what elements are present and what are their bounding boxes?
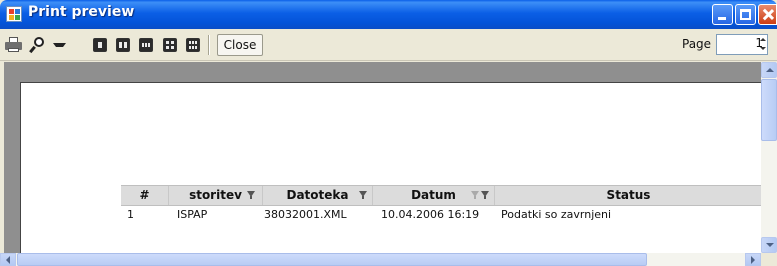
cell-number: 1 [127, 208, 134, 221]
maximize-button[interactable] [735, 4, 756, 25]
cell-status: Podatki so zavrnjeni [501, 208, 612, 221]
table-row: 1 ISPAP 38032001.XML 10.04.2006 16:19 Po… [121, 206, 761, 224]
page-number-spinner[interactable]: 1 [716, 34, 768, 55]
page-sheet: # storitev Datoteka Datum Status 1 ISPAP… [20, 82, 761, 253]
printer-icon[interactable] [5, 37, 22, 53]
minimize-button[interactable] [712, 4, 733, 25]
sort-icon [471, 191, 479, 199]
preview-area[interactable]: # storitev Datoteka Datum Status 1 ISPAP… [4, 62, 761, 253]
cell-datoteka: 38032001.XML [264, 208, 347, 221]
scroll-down-icon[interactable] [761, 237, 777, 253]
column-header-number: # [121, 186, 169, 205]
app-icon [6, 6, 22, 22]
toolbar-separator [208, 35, 210, 55]
horizontal-scrollbar[interactable] [0, 253, 761, 266]
magnifier-icon[interactable] [29, 37, 47, 54]
two-pages-icon[interactable] [116, 38, 130, 52]
scroll-right-icon[interactable] [745, 253, 761, 266]
vertical-scrollbar[interactable] [761, 62, 777, 253]
title-bar[interactable]: Print preview [0, 0, 777, 29]
one-page-icon[interactable] [93, 38, 107, 52]
scroll-left-icon[interactable] [0, 253, 16, 266]
window-title: Print preview [28, 4, 135, 20]
spinner-up-icon[interactable] [758, 35, 768, 44]
horizontal-scroll-thumb[interactable] [17, 253, 647, 266]
spinner-down-icon[interactable] [758, 44, 768, 54]
scroll-up-icon[interactable] [761, 62, 777, 78]
column-header-status: Status [606, 188, 651, 202]
four-pages-icon[interactable] [163, 38, 177, 52]
filter-icon [247, 191, 255, 199]
column-header-datoteka: Datoteka [263, 186, 373, 205]
close-window-button[interactable] [758, 4, 777, 25]
cell-datum: 10.04.2006 16:19 [381, 208, 480, 221]
page-label: Page [682, 37, 712, 51]
cell-storitev: ISPAP [177, 208, 208, 221]
filter-icon [359, 191, 367, 199]
six-pages-icon[interactable] [186, 38, 200, 52]
zoom-dropdown-arrow-icon[interactable] [53, 43, 66, 47]
filter-icon [481, 191, 489, 199]
close-button[interactable]: Close [217, 34, 263, 56]
report-table: # storitev Datoteka Datum Status 1 ISPAP… [121, 185, 761, 224]
size-grip [761, 253, 777, 266]
vertical-scroll-thumb[interactable] [761, 79, 777, 141]
three-pages-icon[interactable] [139, 38, 153, 52]
toolbar: Close Page 1 [0, 29, 777, 61]
table-header: # storitev Datoteka Datum Status [121, 185, 761, 206]
print-preview-window: Print preview Close Page 1 # storitev Da… [0, 0, 777, 266]
